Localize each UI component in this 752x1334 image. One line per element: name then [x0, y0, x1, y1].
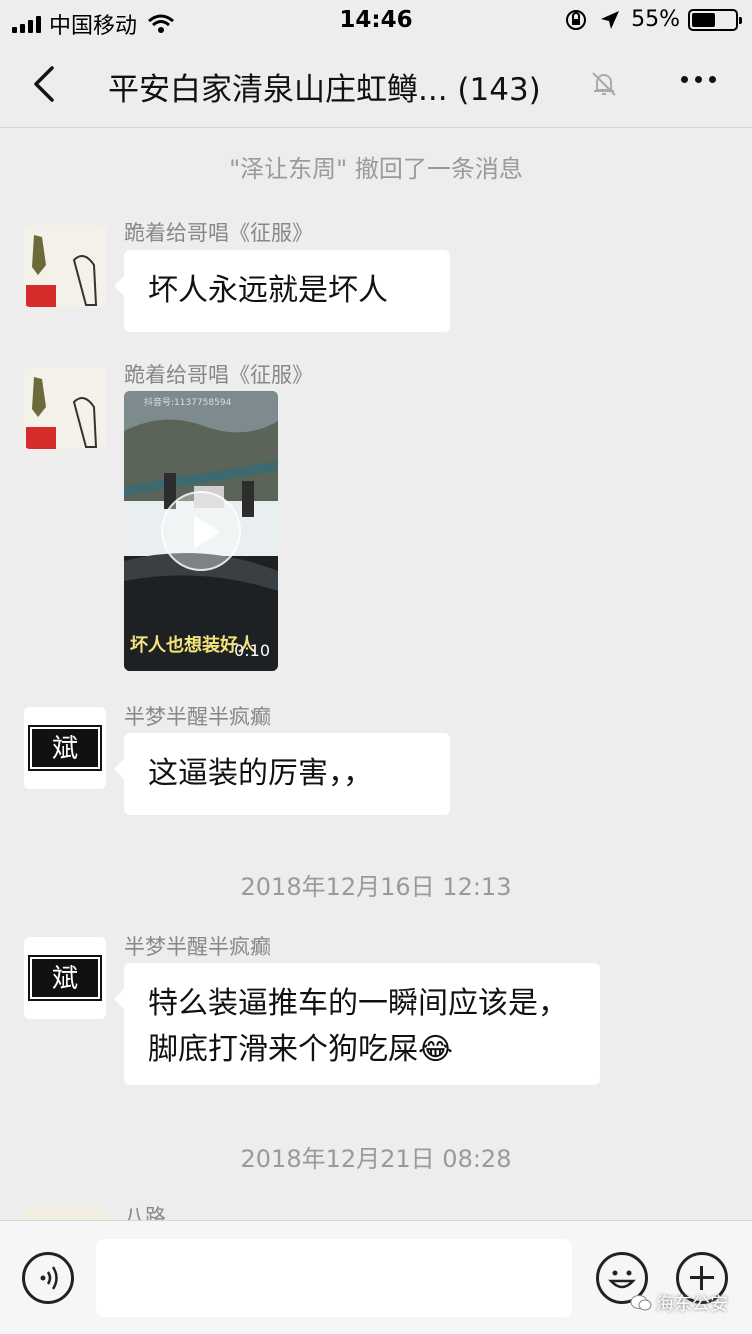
orientation-lock-icon	[566, 9, 587, 30]
avatar-glyph: 斌	[30, 727, 100, 769]
message-bubble[interactable]: 坏人永远就是坏人	[114, 250, 450, 332]
avatar[interactable]	[24, 367, 106, 449]
more-dots-icon[interactable]	[681, 76, 716, 83]
nav-bar: 平安白家清泉山庄虹鳟... (143)	[0, 42, 752, 128]
avatar[interactable]	[24, 225, 106, 307]
avatar[interactable]: 斌	[24, 707, 106, 789]
status-right: 55%	[565, 7, 742, 32]
brand-watermark: 海东公安	[630, 1290, 728, 1316]
video-watermark: 抖音号:1137758594	[144, 398, 232, 408]
message-input[interactable]	[96, 1239, 572, 1317]
video-duration: 0:10	[234, 641, 270, 660]
timestamp: 2018年12月16日 12:13	[240, 873, 512, 901]
voice-icon[interactable]	[22, 1252, 74, 1304]
avatar-image	[24, 367, 106, 449]
sender-name: 半梦半醒半疯癫	[124, 705, 271, 729]
battery-icon	[688, 8, 742, 31]
wechat-logo-icon	[630, 1295, 652, 1311]
message-bubble[interactable]: 特么装逼推车的一瞬间应该是，脚底打滑来个狗吃屎😂	[114, 963, 600, 1085]
message-bubble[interactable]: 这逼装的厉害，，	[114, 733, 450, 815]
input-bar	[0, 1220, 752, 1334]
location-icon	[601, 10, 620, 29]
sender-name: 跪着给哥唱《征服》	[124, 363, 313, 387]
bell-slash-icon	[592, 72, 616, 96]
brand-watermark-text: 海东公安	[656, 1294, 728, 1315]
battery-percent: 55%	[631, 7, 680, 32]
chat-area[interactable]: "泽让东周" 撤回了一条消息 跪着给哥唱《征服》 坏人永远就是坏人 跪着给哥唱《…	[0, 129, 752, 1220]
sender-name: 跪着给哥唱《征服》	[124, 221, 313, 245]
chat-title[interactable]: 平安白家清泉山庄虹鳟... (143)	[108, 64, 541, 109]
avatar[interactable]	[24, 1207, 106, 1220]
play-icon[interactable]	[161, 491, 241, 571]
battery-fill	[692, 12, 716, 27]
avatar-glyph: 斌	[30, 957, 100, 999]
avatar-image	[24, 225, 106, 307]
recall-notice: "泽让东周" 撤回了一条消息	[229, 155, 523, 183]
status-bar: 中国移动 14:46 55%	[0, 0, 752, 42]
video-message[interactable]: 抖音号:1137758594 坏人也想装好人 0:10	[124, 391, 278, 671]
timestamp: 2018年12月21日 08:28	[240, 1145, 512, 1173]
sender-name: 八路	[124, 1205, 166, 1220]
sender-name: 半梦半醒半疯癫	[124, 935, 271, 959]
avatar[interactable]: 斌	[24, 937, 106, 1019]
chevron-left-icon[interactable]	[26, 64, 66, 104]
voice-icon-glyph	[40, 1266, 58, 1290]
